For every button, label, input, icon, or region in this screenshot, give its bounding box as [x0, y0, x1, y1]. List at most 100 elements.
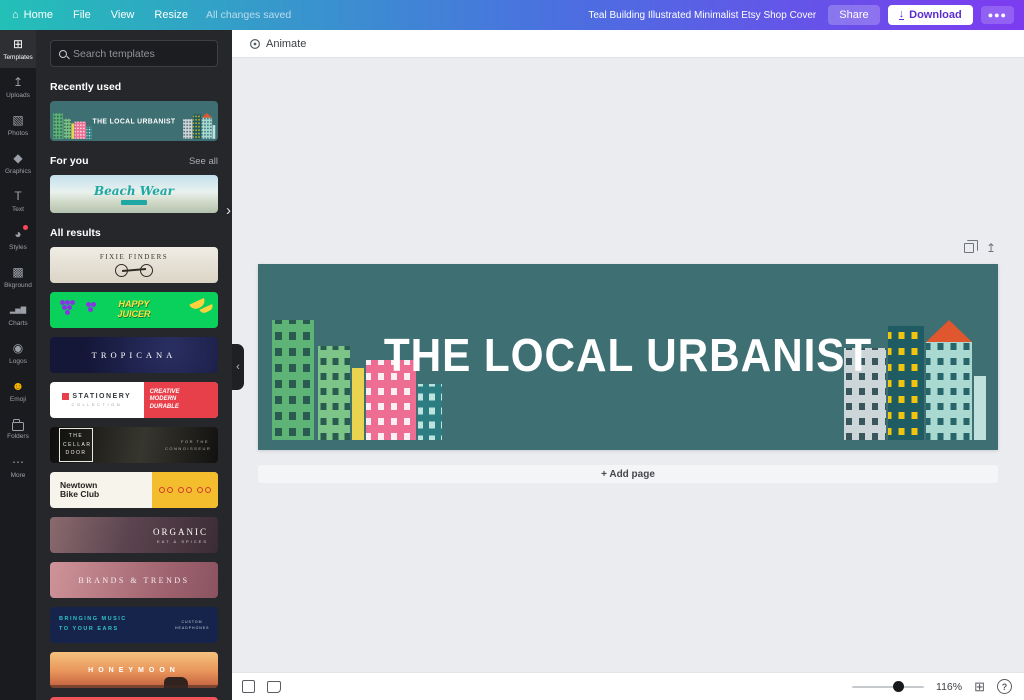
template-title: FIXIE FINDERS — [100, 253, 168, 261]
section-for-you: For you See all — [50, 155, 218, 167]
sidebar-item-photos[interactable]: ▧ Photos — [0, 106, 36, 144]
home-button[interactable]: ⌂ Home — [0, 0, 63, 30]
template-result-organic[interactable]: ORGANIC EAT & SPICES — [50, 517, 218, 553]
home-icon: ⌂ — [12, 9, 19, 21]
home-label: Home — [24, 9, 53, 21]
grid-view-icon[interactable]: ⊞ — [974, 680, 985, 693]
design-page[interactable]: THE LOCAL URBANIST — [258, 264, 998, 450]
section-recently-used: Recently used — [50, 81, 218, 93]
menu-view[interactable]: View — [101, 0, 145, 30]
template-side-text: CUSTOM HEADPHONES — [175, 619, 209, 632]
template-result-tropicana[interactable]: TROPICANA — [50, 337, 218, 373]
graphics-icon: ◆ — [13, 152, 22, 166]
zoom-slider[interactable] — [852, 686, 924, 688]
template-results-list: FIXIE FINDERS HAPPY JUICER TROPICANA STA… — [36, 247, 232, 700]
template-title: BRANDS & TRENDS — [78, 576, 189, 585]
search-templates-box[interactable] — [50, 40, 218, 67]
animate-button[interactable]: Animate — [240, 34, 315, 54]
document-title[interactable]: Teal Building Illustrated Minimalist Ets… — [588, 10, 816, 21]
charts-icon: ▂▅▇ — [10, 304, 26, 318]
template-subtitle: COLLECTION — [72, 402, 123, 407]
template-recent-local-urbanist[interactable]: THE LOCAL URBANIST — [50, 101, 218, 141]
sidebar-item-templates[interactable]: ⊞ Templates — [0, 30, 36, 68]
template-title: Beach Wear — [94, 184, 174, 198]
folders-icon — [12, 422, 24, 431]
editor-main: Animate ↥ THE LOCAL URBANIST + A — [232, 30, 1024, 700]
sidebar-item-background[interactable]: ▩ Bkground — [0, 258, 36, 296]
sidebar-item-uploads[interactable]: ↥ Uploads — [0, 68, 36, 106]
templates-panel: Recently used THE LOCAL URBANIST For you… — [36, 30, 232, 700]
template-side-text: FOR THE CONNOISSEUR — [165, 438, 209, 452]
styles-icon: ◕ — [14, 228, 21, 242]
context-toolbar: Animate — [232, 30, 1024, 58]
template-title: TROPICANA — [92, 350, 177, 360]
status-bar: 116% ⊞ ? — [232, 672, 1024, 700]
page-title-text[interactable]: THE LOCAL URBANIST — [384, 328, 872, 382]
ellipsis-icon: ●●● — [988, 10, 1007, 20]
zoom-slider-thumb[interactable] — [893, 681, 904, 692]
sidebar-item-more[interactable]: ⋯ More — [0, 448, 36, 486]
template-result-honeymoon[interactable]: HONEYMOON — [50, 652, 218, 688]
save-status: All changes saved — [198, 9, 299, 21]
page-manager-icon[interactable] — [242, 680, 255, 693]
template-result-brands-trends[interactable]: BRANDS & TRENDS — [50, 562, 218, 598]
template-result-stationery[interactable]: STATIONERY COLLECTION CREATIVE MODERN DU… — [50, 382, 218, 418]
photos-icon: ▧ — [12, 114, 23, 128]
logos-icon: ◉ — [13, 342, 23, 356]
page-actions: ↥ — [964, 242, 996, 254]
carousel-next-icon[interactable]: › — [226, 202, 231, 219]
text-icon: T — [14, 190, 21, 204]
search-icon — [59, 50, 67, 58]
beach-badge — [121, 200, 147, 205]
template-result-happy-juicer[interactable]: HAPPY JUICER — [50, 292, 218, 328]
template-result-newtown-bike-club[interactable]: Newtown Bike Club — [50, 472, 218, 508]
animate-icon — [249, 38, 261, 50]
more-options-button[interactable]: ●●● — [981, 6, 1014, 24]
help-icon[interactable]: ? — [997, 679, 1012, 694]
grapes-graphic — [60, 300, 65, 305]
template-result-cellar-door[interactable]: THE CELLAR DOOR FOR THE CONNOISSEUR — [50, 427, 218, 463]
see-all-link[interactable]: See all — [189, 156, 218, 167]
section-all-results: All results — [50, 227, 218, 239]
top-bar: ⌂ Home File View Resize All changes save… — [0, 0, 1024, 30]
menu-resize[interactable]: Resize — [144, 0, 198, 30]
more-icon: ⋯ — [12, 456, 24, 470]
zoom-level: 116% — [936, 681, 962, 693]
duplicate-page-icon[interactable] — [964, 243, 974, 253]
templates-icon: ⊞ — [13, 38, 23, 52]
object-panel-rail: ⊞ Templates ↥ Uploads ▧ Photos ◆ Graphic… — [0, 30, 36, 700]
banana-graphic — [189, 298, 206, 311]
notification-dot — [23, 225, 28, 230]
menu-file[interactable]: File — [63, 0, 101, 30]
template-subtitle: EAT & SPICES — [157, 539, 208, 544]
pencil-icon — [62, 393, 69, 400]
sidebar-item-folders[interactable]: Folders — [0, 410, 36, 448]
template-title: HONEYMOON — [88, 667, 180, 674]
template-beach-wear[interactable]: Beach Wear — [50, 175, 218, 213]
add-page-button[interactable]: + Add page — [258, 465, 998, 483]
template-title: ORGANIC — [153, 527, 208, 537]
emoji-icon: ☻ — [12, 380, 25, 394]
template-title: Newtown Bike Club — [60, 481, 106, 500]
search-input[interactable] — [73, 48, 208, 60]
template-title: HAPPY JUICER — [106, 300, 162, 320]
notes-icon[interactable] — [267, 681, 281, 693]
template-side-text: CREATIVE MODERN DURABLE — [150, 389, 188, 411]
canvas-area[interactable]: ↥ THE LOCAL URBANIST + Add page — [232, 58, 1024, 672]
share-button[interactable]: Share — [828, 5, 879, 25]
panel-collapse-handle[interactable]: ‹ — [232, 344, 244, 390]
sidebar-item-graphics[interactable]: ◆ Graphics — [0, 144, 36, 182]
template-result-fixie-finders[interactable]: FIXIE FINDERS — [50, 247, 218, 283]
download-button[interactable]: ↓ Download — [888, 5, 973, 25]
template-title: STATIONERY — [72, 393, 131, 400]
template-title: THE CELLAR DOOR — [59, 428, 93, 462]
sidebar-item-emoji[interactable]: ☻ Emoji — [0, 372, 36, 410]
background-icon: ▩ — [12, 266, 23, 280]
download-icon: ↓ — [899, 10, 905, 20]
delete-page-icon[interactable]: ↥ — [986, 242, 996, 254]
sidebar-item-styles[interactable]: ◕ Styles — [0, 220, 36, 258]
sidebar-item-text[interactable]: T Text — [0, 182, 36, 220]
template-result-bringing-music[interactable]: BRINGING MUSIC TO YOUR EARS CUSTOM HEADP… — [50, 607, 218, 643]
sidebar-item-charts[interactable]: ▂▅▇ Charts — [0, 296, 36, 334]
sidebar-item-logos[interactable]: ◉ Logos — [0, 334, 36, 372]
